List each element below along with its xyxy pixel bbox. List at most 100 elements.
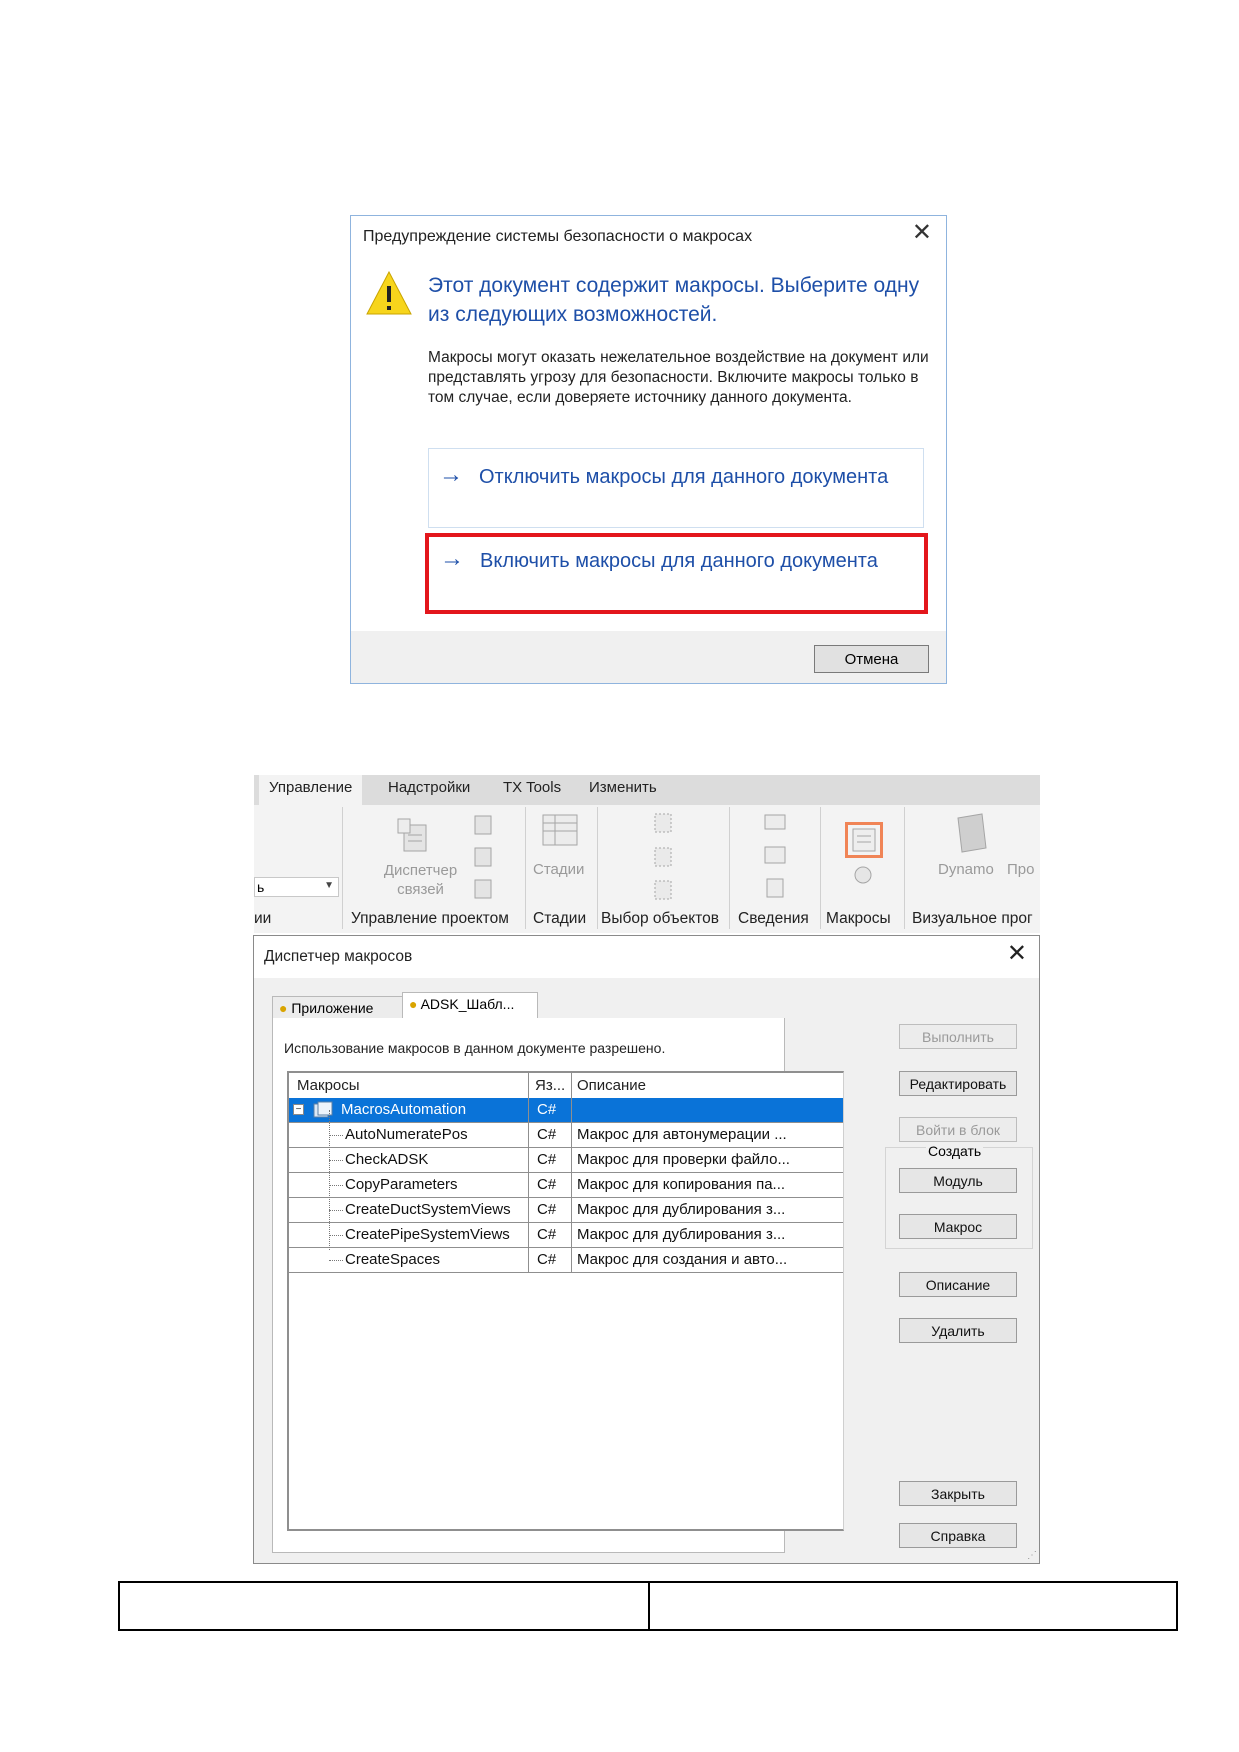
macro-description: Макрос для проверки файло... <box>577 1151 790 1168</box>
run-button[interactable]: Выполнить <box>899 1024 1017 1049</box>
tab-tx-tools[interactable]: TX Tools <box>503 779 561 796</box>
macro-name: CheckADSK <box>345 1151 429 1168</box>
phases-icon[interactable] <box>540 811 582 853</box>
table-row[interactable]: − MacrosAutomation C# <box>289 1098 843 1123</box>
macros-table: Макросы Яз... Описание − MacrosAutomatio… <box>287 1071 844 1531</box>
macro-name: CreatePipeSystemViews <box>345 1226 510 1243</box>
column-divider[interactable] <box>571 1073 572 1273</box>
phases-label: Стадии <box>533 861 585 878</box>
dynamo-icon[interactable] <box>954 812 990 854</box>
collapse-icon[interactable]: − <box>293 1104 304 1115</box>
create-module-button[interactable]: Модуль <box>899 1168 1017 1193</box>
tree-connector <box>329 1260 343 1261</box>
ribbon: Управление Надстройки TX Tools Изменить … <box>254 775 1040 933</box>
table-row[interactable]: CreateSpaces C# Макрос для создания и ав… <box>289 1248 843 1273</box>
macro-description: Макрос для дублирования з... <box>577 1201 786 1218</box>
table-header: Макросы Яз... Описание <box>289 1073 843 1099</box>
macro-security-dialog: Предупреждение системы безопасности о ма… <box>350 215 947 684</box>
macro-description: Макрос для автонумерации ... <box>577 1126 787 1143</box>
column-header-description[interactable]: Описание <box>577 1077 646 1094</box>
options-dropdown[interactable]: ь ▼ <box>254 877 339 897</box>
macro-language: C# <box>537 1126 557 1143</box>
table-row[interactable]: CreatePipeSystemViews C# Макрос для дубл… <box>289 1223 843 1248</box>
disable-macros-option[interactable]: → Отключить макросы для данного документ… <box>428 448 924 528</box>
module-icon <box>313 1101 333 1118</box>
group-label-inquiry: Сведения <box>738 910 809 927</box>
dropdown-value: ь <box>257 879 265 895</box>
tree-connector <box>329 1210 343 1211</box>
column-divider[interactable] <box>528 1073 529 1273</box>
macro-manager-titlebar: Диспетчер макросов ✕ <box>254 936 1039 978</box>
macro-language: C# <box>537 1226 557 1243</box>
table-row[interactable]: CheckADSK C# Макрос для проверки файло..… <box>289 1148 843 1173</box>
resize-grip-icon[interactable]: ⋰ <box>1027 1550 1037 1561</box>
disable-macros-label: Отключить макросы для данного документа <box>479 466 889 488</box>
arrow-right-icon: → <box>440 545 464 572</box>
edit-button[interactable]: Редактировать <box>899 1071 1017 1096</box>
macro-language: C# <box>537 1101 557 1118</box>
warning-icon <box>366 270 412 315</box>
group-label-selection: Выбор объектов <box>601 910 719 927</box>
group-label-phases: Стадии <box>533 910 587 927</box>
dynamo-player-label: Про <box>1007 861 1035 878</box>
macro-security-icon[interactable] <box>851 863 875 887</box>
table-row[interactable]: AutoNumeratePos C# Макрос для автонумера… <box>289 1123 843 1148</box>
tree-connector <box>329 1160 343 1161</box>
create-group-label: Создать <box>926 1143 984 1159</box>
dynamo-label: Dynamo <box>938 861 994 878</box>
column-header-macros[interactable]: Макросы <box>297 1077 360 1094</box>
tab-modify[interactable]: Изменить <box>589 779 657 796</box>
tab-manage[interactable]: Управление <box>259 775 363 805</box>
table-row[interactable]: CreateDuctSystemViews C# Макрос для дубл… <box>289 1198 843 1223</box>
links-manager-label: Диспетчер связей <box>383 862 458 898</box>
enable-macros-label: Включить макросы для данного документа <box>480 550 878 572</box>
step-into-button[interactable]: Войти в блок <box>899 1117 1017 1142</box>
tab-application[interactable]: ● Приложение <box>272 996 403 1018</box>
links-manager-icon[interactable] <box>394 815 436 857</box>
macro-name: CreateDuctSystemViews <box>345 1201 511 1218</box>
macro-manager-highlight[interactable] <box>845 822 883 858</box>
dialog-body-text: Макросы могут оказать нежелательное возд… <box>428 349 929 406</box>
macro-description: Макрос для копирования па... <box>577 1176 786 1193</box>
lightbulb-icon: ● <box>409 996 418 1012</box>
description-button[interactable]: Описание <box>899 1272 1017 1297</box>
dialog-heading: Этот документ содержит макросы. Выберите… <box>428 274 920 326</box>
macro-manager-dialog: Диспетчер макросов ✕ ● Приложение ● ADSK… <box>253 935 1040 1564</box>
lightbulb-icon: ● <box>279 1000 288 1016</box>
enable-macros-option[interactable]: → Включить макросы для данного документа <box>425 533 928 614</box>
macro-name: MacrosAutomation <box>341 1101 467 1118</box>
macro-language: C# <box>537 1201 557 1218</box>
table-row[interactable]: CopyParameters C# Макрос для копирования… <box>289 1173 843 1198</box>
dialog-title: Диспетчер макросов <box>264 948 413 965</box>
tree-connector <box>329 1135 343 1136</box>
close-icon[interactable]: ✕ <box>912 221 932 245</box>
arrow-right-icon: → <box>439 461 463 488</box>
chevron-down-icon: ▼ <box>324 880 334 891</box>
tab-addins[interactable]: Надстройки <box>388 779 470 796</box>
column-header-language[interactable]: Яз... <box>535 1077 565 1094</box>
close-button[interactable]: Закрыть <box>899 1481 1017 1506</box>
macro-description: Макрос для дублирования з... <box>577 1226 786 1243</box>
dialog-title: Предупреждение системы безопасности о ма… <box>363 228 753 245</box>
cancel-button[interactable]: Отмена <box>814 645 929 673</box>
macro-status-text: Использование макросов в данном документ… <box>284 1040 666 1056</box>
macro-language: C# <box>537 1151 557 1168</box>
macro-manager-icon <box>852 828 876 852</box>
inquiry-icons[interactable] <box>763 813 787 901</box>
macro-name: CreateSpaces <box>345 1251 441 1268</box>
create-macro-button[interactable]: Макрос <box>899 1214 1017 1239</box>
macro-language: C# <box>537 1176 557 1193</box>
tree-connector <box>329 1185 343 1186</box>
tree-connector <box>329 1235 343 1236</box>
help-button[interactable]: Справка <box>899 1523 1017 1548</box>
close-icon[interactable]: ✕ <box>1007 942 1027 966</box>
tab-document[interactable]: ● ADSK_Шабл... <box>402 992 538 1019</box>
project-small-icons[interactable] <box>472 813 496 901</box>
group-label-settings: ии <box>254 910 272 927</box>
selection-icons[interactable] <box>652 811 676 903</box>
table-cell <box>120 1583 650 1629</box>
macro-name: AutoNumeratePos <box>345 1126 468 1143</box>
delete-button[interactable]: Удалить <box>899 1318 1017 1343</box>
tab-application-label: Приложение <box>291 1000 374 1016</box>
tree-connector <box>329 1110 330 1250</box>
